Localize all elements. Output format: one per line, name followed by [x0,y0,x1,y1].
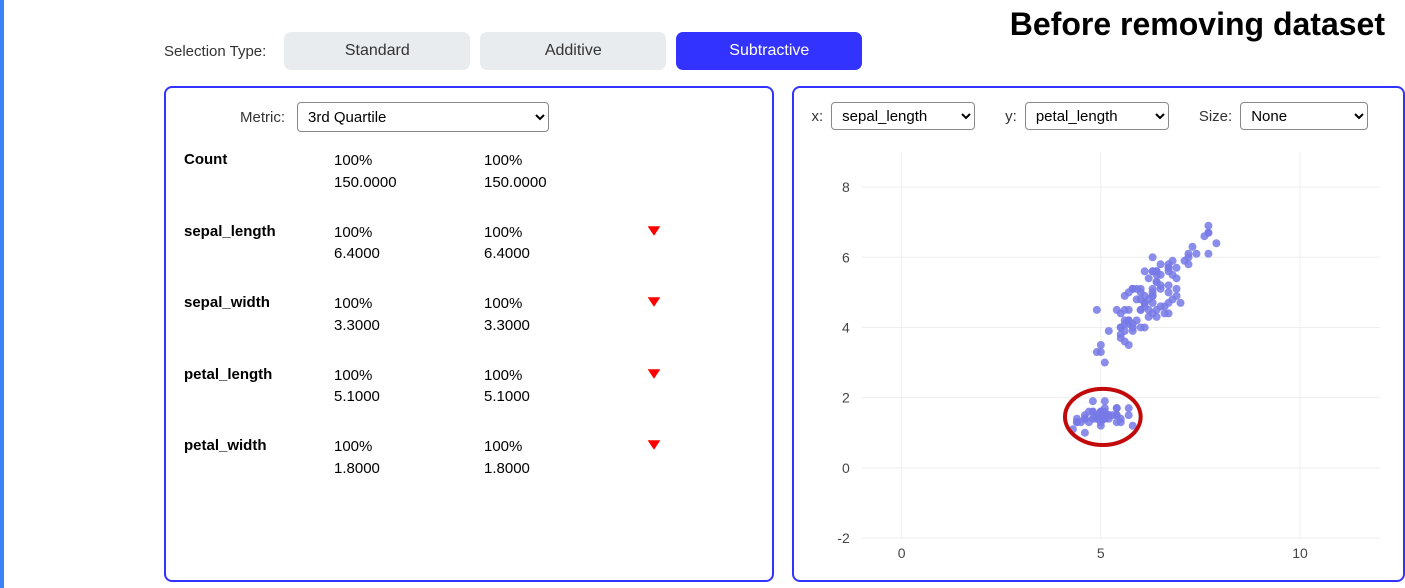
stat-name: Count [184,150,334,194]
stat-col-b: 100%6.4000 [484,222,634,266]
selection-type-label: Selection Type: [164,43,266,60]
stat-name: sepal_width [184,293,334,337]
selection-type-additive[interactable]: Additive [480,32,666,70]
svg-text:10: 10 [1292,545,1308,561]
svg-text:6: 6 [841,249,849,265]
stat-row-sepal_length: sepal_length100%6.4000100%6.4000 [184,222,754,266]
stat-row-count: Count100%150.0000100%150.0000 [184,150,754,194]
size-label: Size: [1199,108,1232,125]
x-axis-label: x: [812,108,824,125]
filter-arrow-icon[interactable] [634,365,674,409]
svg-text:8: 8 [841,179,849,195]
selection-type-buttons: Standard Additive Subtractive [284,32,862,70]
stat-col-b: 100%3.3000 [484,293,634,337]
stat-col-b: 100%150.0000 [484,150,634,194]
x-axis-select[interactable]: sepal_length [831,102,975,130]
filter-arrow-icon [634,150,674,194]
stat-col-a: 100%1.8000 [334,436,484,480]
svg-text:4: 4 [841,319,849,335]
filter-arrow-icon[interactable] [634,436,674,480]
filter-arrow-icon[interactable] [634,293,674,337]
stat-name: petal_length [184,365,334,409]
filter-arrow-icon[interactable] [634,222,674,266]
metric-select[interactable]: 3rd Quartile [297,102,549,132]
selection-type-standard[interactable]: Standard [284,32,470,70]
stat-col-a: 100%6.4000 [334,222,484,266]
stat-row-sepal_width: sepal_width100%3.3000100%3.3000 [184,293,754,337]
stat-col-b: 100%1.8000 [484,436,634,480]
stat-name: petal_width [184,436,334,480]
stat-col-a: 100%3.3000 [334,293,484,337]
svg-text:2: 2 [841,390,849,406]
svg-text:0: 0 [841,460,849,476]
size-select[interactable]: None [1240,102,1368,130]
y-axis-select[interactable]: petal_length [1025,102,1169,130]
scatter-panel: x: sepal_length y: petal_length Size: No… [792,86,1405,582]
y-axis-label: y: [1005,108,1017,125]
svg-text:-2: -2 [837,530,850,546]
scatter-plot[interactable]: -2 0 2 4 6 8 0 5 10 [816,146,1394,566]
stat-col-a: 100%150.0000 [334,150,484,194]
svg-text:0: 0 [897,545,905,561]
stat-row-petal_length: petal_length100%5.1000100%5.1000 [184,365,754,409]
stat-row-petal_width: petal_width100%1.8000100%1.8000 [184,436,754,480]
page-title: Before removing dataset [1010,6,1385,43]
selection-type-subtractive[interactable]: Subtractive [676,32,862,70]
svg-text:5: 5 [1096,545,1104,561]
stat-col-a: 100%5.1000 [334,365,484,409]
stat-col-b: 100%5.1000 [484,365,634,409]
stat-name: sepal_length [184,222,334,266]
stats-panel: Metric: 3rd Quartile Count100%150.000010… [164,86,774,582]
metric-label: Metric: [240,109,285,126]
